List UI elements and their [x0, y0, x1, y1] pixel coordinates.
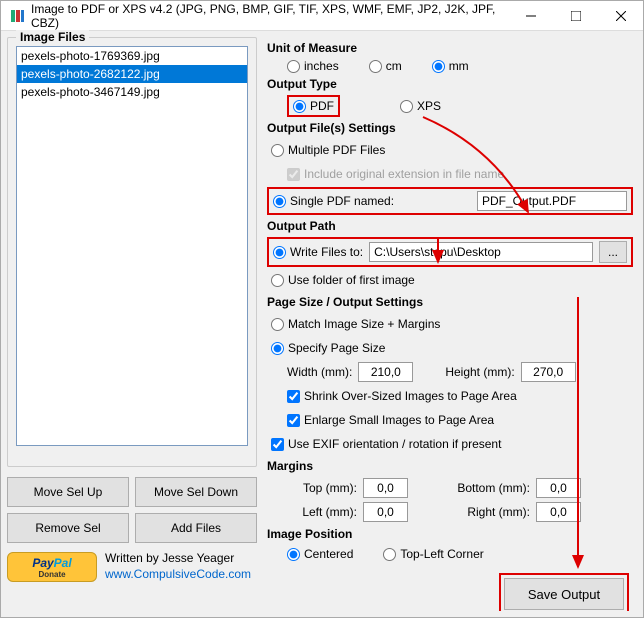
include-ext-check: Include original extension in file name: [287, 167, 504, 181]
remove-sel-button[interactable]: Remove Sel: [7, 513, 129, 543]
width-label: Width (mm):: [287, 365, 352, 379]
topleft-radio[interactable]: Top-Left Corner: [383, 547, 483, 561]
specify-size-radio[interactable]: Specify Page Size: [271, 341, 385, 355]
width-input[interactable]: [358, 362, 413, 382]
margins-title: Margins: [267, 459, 637, 473]
height-label: Height (mm):: [445, 365, 514, 379]
file-item[interactable]: pexels-photo-2682122.jpg: [17, 65, 247, 83]
file-item[interactable]: pexels-photo-3467149.jpg: [17, 83, 247, 101]
browse-button[interactable]: ...: [599, 241, 627, 263]
close-button[interactable]: [598, 1, 643, 31]
maximize-button[interactable]: [553, 1, 598, 31]
centered-radio[interactable]: Centered: [287, 547, 353, 561]
enlarge-check[interactable]: Enlarge Small Images to Page Area: [287, 413, 494, 427]
write-files-radio[interactable]: Write Files to:: [273, 245, 363, 259]
image-files-label: Image Files: [16, 30, 89, 44]
margin-bottom-input[interactable]: [536, 478, 581, 498]
move-sel-down-button[interactable]: Move Sel Down: [135, 477, 257, 507]
unit-inches-radio[interactable]: inches: [287, 59, 339, 73]
titlebar: Image to PDF or XPS v4.2 (JPG, PNG, BMP,…: [1, 1, 643, 31]
outtype-pdf-radio[interactable]: PDF: [293, 99, 334, 113]
imgpos-title: Image Position: [267, 527, 637, 541]
margin-left-input[interactable]: [363, 502, 408, 522]
margin-left-label: Left (mm):: [287, 505, 357, 519]
exif-check[interactable]: Use EXIF orientation / rotation if prese…: [271, 437, 501, 451]
unit-cm-radio[interactable]: cm: [369, 59, 402, 73]
margin-right-input[interactable]: [536, 502, 581, 522]
move-sel-up-button[interactable]: Move Sel Up: [7, 477, 129, 507]
app-icon: [9, 8, 25, 24]
save-output-button[interactable]: Save Output: [504, 578, 624, 610]
unit-title: Unit of Measure: [267, 41, 637, 55]
paypal-donate-button[interactable]: PayPal Donate: [7, 552, 97, 582]
credits: Written by Jesse Yeager www.CompulsiveCo…: [105, 551, 251, 582]
output-path-input[interactable]: [369, 242, 593, 262]
height-input[interactable]: [521, 362, 576, 382]
outtype-title: Output Type: [267, 77, 637, 91]
single-pdf-name-input[interactable]: [477, 191, 627, 211]
file-item[interactable]: pexels-photo-1769369.jpg: [17, 47, 247, 65]
margin-top-label: Top (mm):: [287, 481, 357, 495]
margin-top-input[interactable]: [363, 478, 408, 498]
add-files-button[interactable]: Add Files: [135, 513, 257, 543]
use-folder-radio[interactable]: Use folder of first image: [271, 273, 415, 287]
single-pdf-radio[interactable]: Single PDF named:: [273, 194, 394, 208]
author-label: Written by Jesse Yeager: [105, 551, 251, 567]
margin-right-label: Right (mm):: [450, 505, 530, 519]
minimize-button[interactable]: [508, 1, 553, 31]
outfiles-title: Output File(s) Settings: [267, 121, 637, 135]
outtype-xps-radio[interactable]: XPS: [400, 99, 441, 113]
shrink-check[interactable]: Shrink Over-Sized Images to Page Area: [287, 389, 517, 403]
multiple-pdf-radio[interactable]: Multiple PDF Files: [271, 143, 385, 157]
file-list[interactable]: pexels-photo-1769369.jpgpexels-photo-268…: [16, 46, 248, 446]
unit-mm-radio[interactable]: mm: [432, 59, 469, 73]
outpath-title: Output Path: [267, 219, 637, 233]
pagesize-title: Page Size / Output Settings: [267, 295, 637, 309]
website-link[interactable]: www.CompulsiveCode.com: [105, 567, 251, 581]
margin-bottom-label: Bottom (mm):: [450, 481, 530, 495]
window-title: Image to PDF or XPS v4.2 (JPG, PNG, BMP,…: [31, 2, 508, 30]
match-size-radio[interactable]: Match Image Size + Margins: [271, 317, 440, 331]
